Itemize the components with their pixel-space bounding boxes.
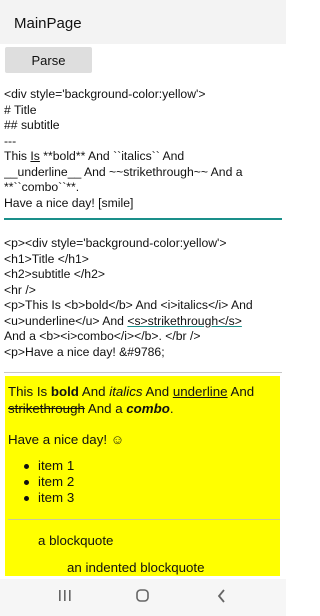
list-item-label: item 1 [38, 458, 75, 473]
html-line: <h2>subtitle </h2> [4, 267, 105, 281]
blockquote: a blockquote [38, 533, 114, 548]
bullet-icon [24, 464, 29, 469]
preview-text: This Is [8, 384, 51, 399]
preview-text: And a [84, 400, 127, 416]
markdown-line: ## subtitle [4, 118, 60, 132]
list-item: item 3 [24, 490, 75, 506]
parse-button[interactable]: Parse [5, 47, 92, 73]
app-bar: MainPage [0, 0, 286, 44]
markdown-line: This Is **bold** And ``italics`` And [4, 149, 282, 165]
bullet-icon [24, 496, 29, 501]
html-line: <u>underline</u> And <s>strikethrough</s… [4, 314, 282, 330]
markdown-line: **``combo``**. [4, 180, 80, 194]
preview-italic: italics [109, 384, 143, 399]
home-icon[interactable] [135, 587, 151, 605]
bullet-icon [24, 480, 29, 485]
markdown-word: This [4, 149, 31, 163]
preview-text: And [78, 384, 110, 399]
page-title: MainPage [14, 15, 82, 32]
preview-greeting: Have a nice day! ☺ [8, 432, 125, 447]
markdown-line: --- [4, 133, 17, 148]
preview-text: . [169, 400, 174, 416]
preview-text: And [142, 384, 173, 399]
horizontal-rule [8, 519, 280, 520]
html-editor[interactable]: <p><div style='background-color:yellow'>… [4, 236, 282, 373]
html-text-flagged: <s>strikethrough</s> [127, 313, 242, 328]
markdown-line: Have a nice day! [smile] [4, 195, 134, 210]
list-item: item 1 [24, 458, 75, 474]
markdown-line: # Title [4, 102, 37, 117]
markdown-line: __underline__ And ~~strikethrough~~ And … [4, 164, 243, 179]
html-preview: This Is bold And italics And underline A… [5, 376, 280, 576]
markdown-word-selected: Is [30, 149, 40, 163]
html-line: <h1>Title </h1> [4, 251, 89, 266]
preview-combo: combo [126, 400, 170, 416]
list-item-label: item 3 [38, 490, 75, 505]
markdown-editor[interactable]: <div style='background-color:yellow'> # … [4, 86, 282, 220]
markdown-word: **bold** And ``italics`` And [39, 149, 185, 163]
list-item-label: item 2 [38, 474, 75, 489]
html-line: <p><div style='background-color:yellow'> [4, 236, 227, 250]
preview-bold: bold [50, 384, 79, 399]
system-nav-bar [0, 579, 286, 616]
preview-strikethrough: strikethrough [8, 400, 85, 416]
indented-blockquote: an indented blockquote [67, 560, 205, 575]
html-line: <p>This Is <b>bold</b> And <i>italics</i… [4, 298, 253, 312]
list-item: item 2 [24, 474, 75, 490]
html-line: And a <b><i>combo</i></b>. </br /> [4, 329, 201, 343]
preview-paragraph: This Is bold And italics And underline A… [8, 384, 278, 417]
recent-apps-icon[interactable] [58, 587, 72, 605]
preview-list: item 1 item 2 item 3 [24, 458, 75, 506]
html-line: <p>Have a nice day! &#9786; [4, 344, 165, 359]
preview-underline: underline [172, 384, 228, 399]
markdown-line: <div style='background-color:yellow'> [4, 87, 206, 101]
html-text: <u>underline</u> And [4, 313, 128, 328]
html-line: <hr /> [4, 282, 36, 297]
back-icon[interactable] [216, 587, 228, 605]
preview-text: And [227, 384, 255, 399]
